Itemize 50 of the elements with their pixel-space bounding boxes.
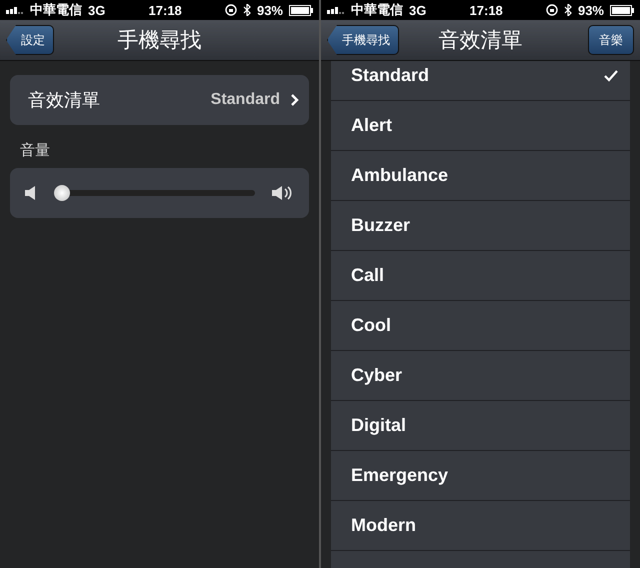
slider-thumb[interactable] bbox=[54, 185, 70, 201]
sound-item[interactable]: Modern bbox=[331, 501, 630, 551]
chevron-icon bbox=[290, 93, 299, 107]
sound-item[interactable]: Cool bbox=[331, 301, 630, 351]
screen-title: 手機尋找 bbox=[118, 28, 202, 54]
volume-slider[interactable] bbox=[54, 185, 255, 201]
back-button[interactable]: 設定 bbox=[6, 25, 54, 55]
status-time: 17:18 bbox=[148, 2, 182, 18]
sound-item[interactable]: Ambulance bbox=[331, 151, 630, 201]
bluetooth-icon bbox=[242, 4, 251, 16]
music-button[interactable]: 音樂 bbox=[588, 25, 634, 55]
sound-name: Modern bbox=[351, 515, 417, 536]
sound-item[interactable]: Cyber bbox=[331, 351, 630, 401]
carrier-name: 中華電信 bbox=[30, 1, 82, 19]
carrier-name: 中華電信 bbox=[351, 1, 403, 19]
signal-icon bbox=[6, 6, 24, 14]
section-label: 音量 bbox=[20, 141, 51, 160]
speaker-icon bbox=[24, 186, 38, 200]
sound-item[interactable]: Digital bbox=[331, 401, 630, 451]
battery-icon bbox=[289, 4, 313, 16]
sound-list-row[interactable]: 音效清單 Standard bbox=[10, 75, 309, 125]
sound-name: Ambulance bbox=[351, 165, 450, 186]
rotation-lock-icon bbox=[546, 4, 558, 16]
sound-name: Alert bbox=[351, 115, 394, 136]
battery-icon bbox=[610, 4, 634, 16]
sound-name: Cyber bbox=[351, 365, 404, 386]
status-time: 17:18 bbox=[470, 2, 503, 18]
sound-item[interactable]: Alert bbox=[331, 101, 630, 151]
sound-name: Standard bbox=[351, 65, 430, 86]
sound-name: Digital bbox=[351, 415, 408, 436]
screen-title: 音效清單 bbox=[438, 28, 522, 54]
sound-item[interactable]: Buzzer bbox=[331, 201, 630, 251]
sound-item[interactable]: Call bbox=[331, 251, 630, 301]
sound-item[interactable]: Emergency bbox=[331, 451, 630, 501]
back-button[interactable]: 手機尋找 bbox=[327, 25, 399, 55]
signal-icon bbox=[327, 6, 345, 14]
checkmark-icon bbox=[604, 70, 618, 82]
rotation-lock-icon bbox=[224, 4, 237, 16]
row-value: Standard bbox=[210, 91, 280, 109]
sound-name: Buzzer bbox=[351, 215, 412, 236]
network-type: 3G bbox=[409, 2, 426, 18]
battery-percent: 93% bbox=[256, 2, 283, 18]
sound-name: Call bbox=[351, 265, 386, 286]
battery-percent: 93% bbox=[578, 2, 604, 18]
network-type: 3G bbox=[88, 2, 106, 18]
sound-item[interactable]: Standard bbox=[331, 61, 630, 101]
sound-name: Cool bbox=[351, 315, 392, 336]
row-label: 音效清單 bbox=[28, 89, 100, 112]
sound-name: Emergency bbox=[351, 465, 450, 486]
bluetooth-icon bbox=[564, 4, 572, 16]
